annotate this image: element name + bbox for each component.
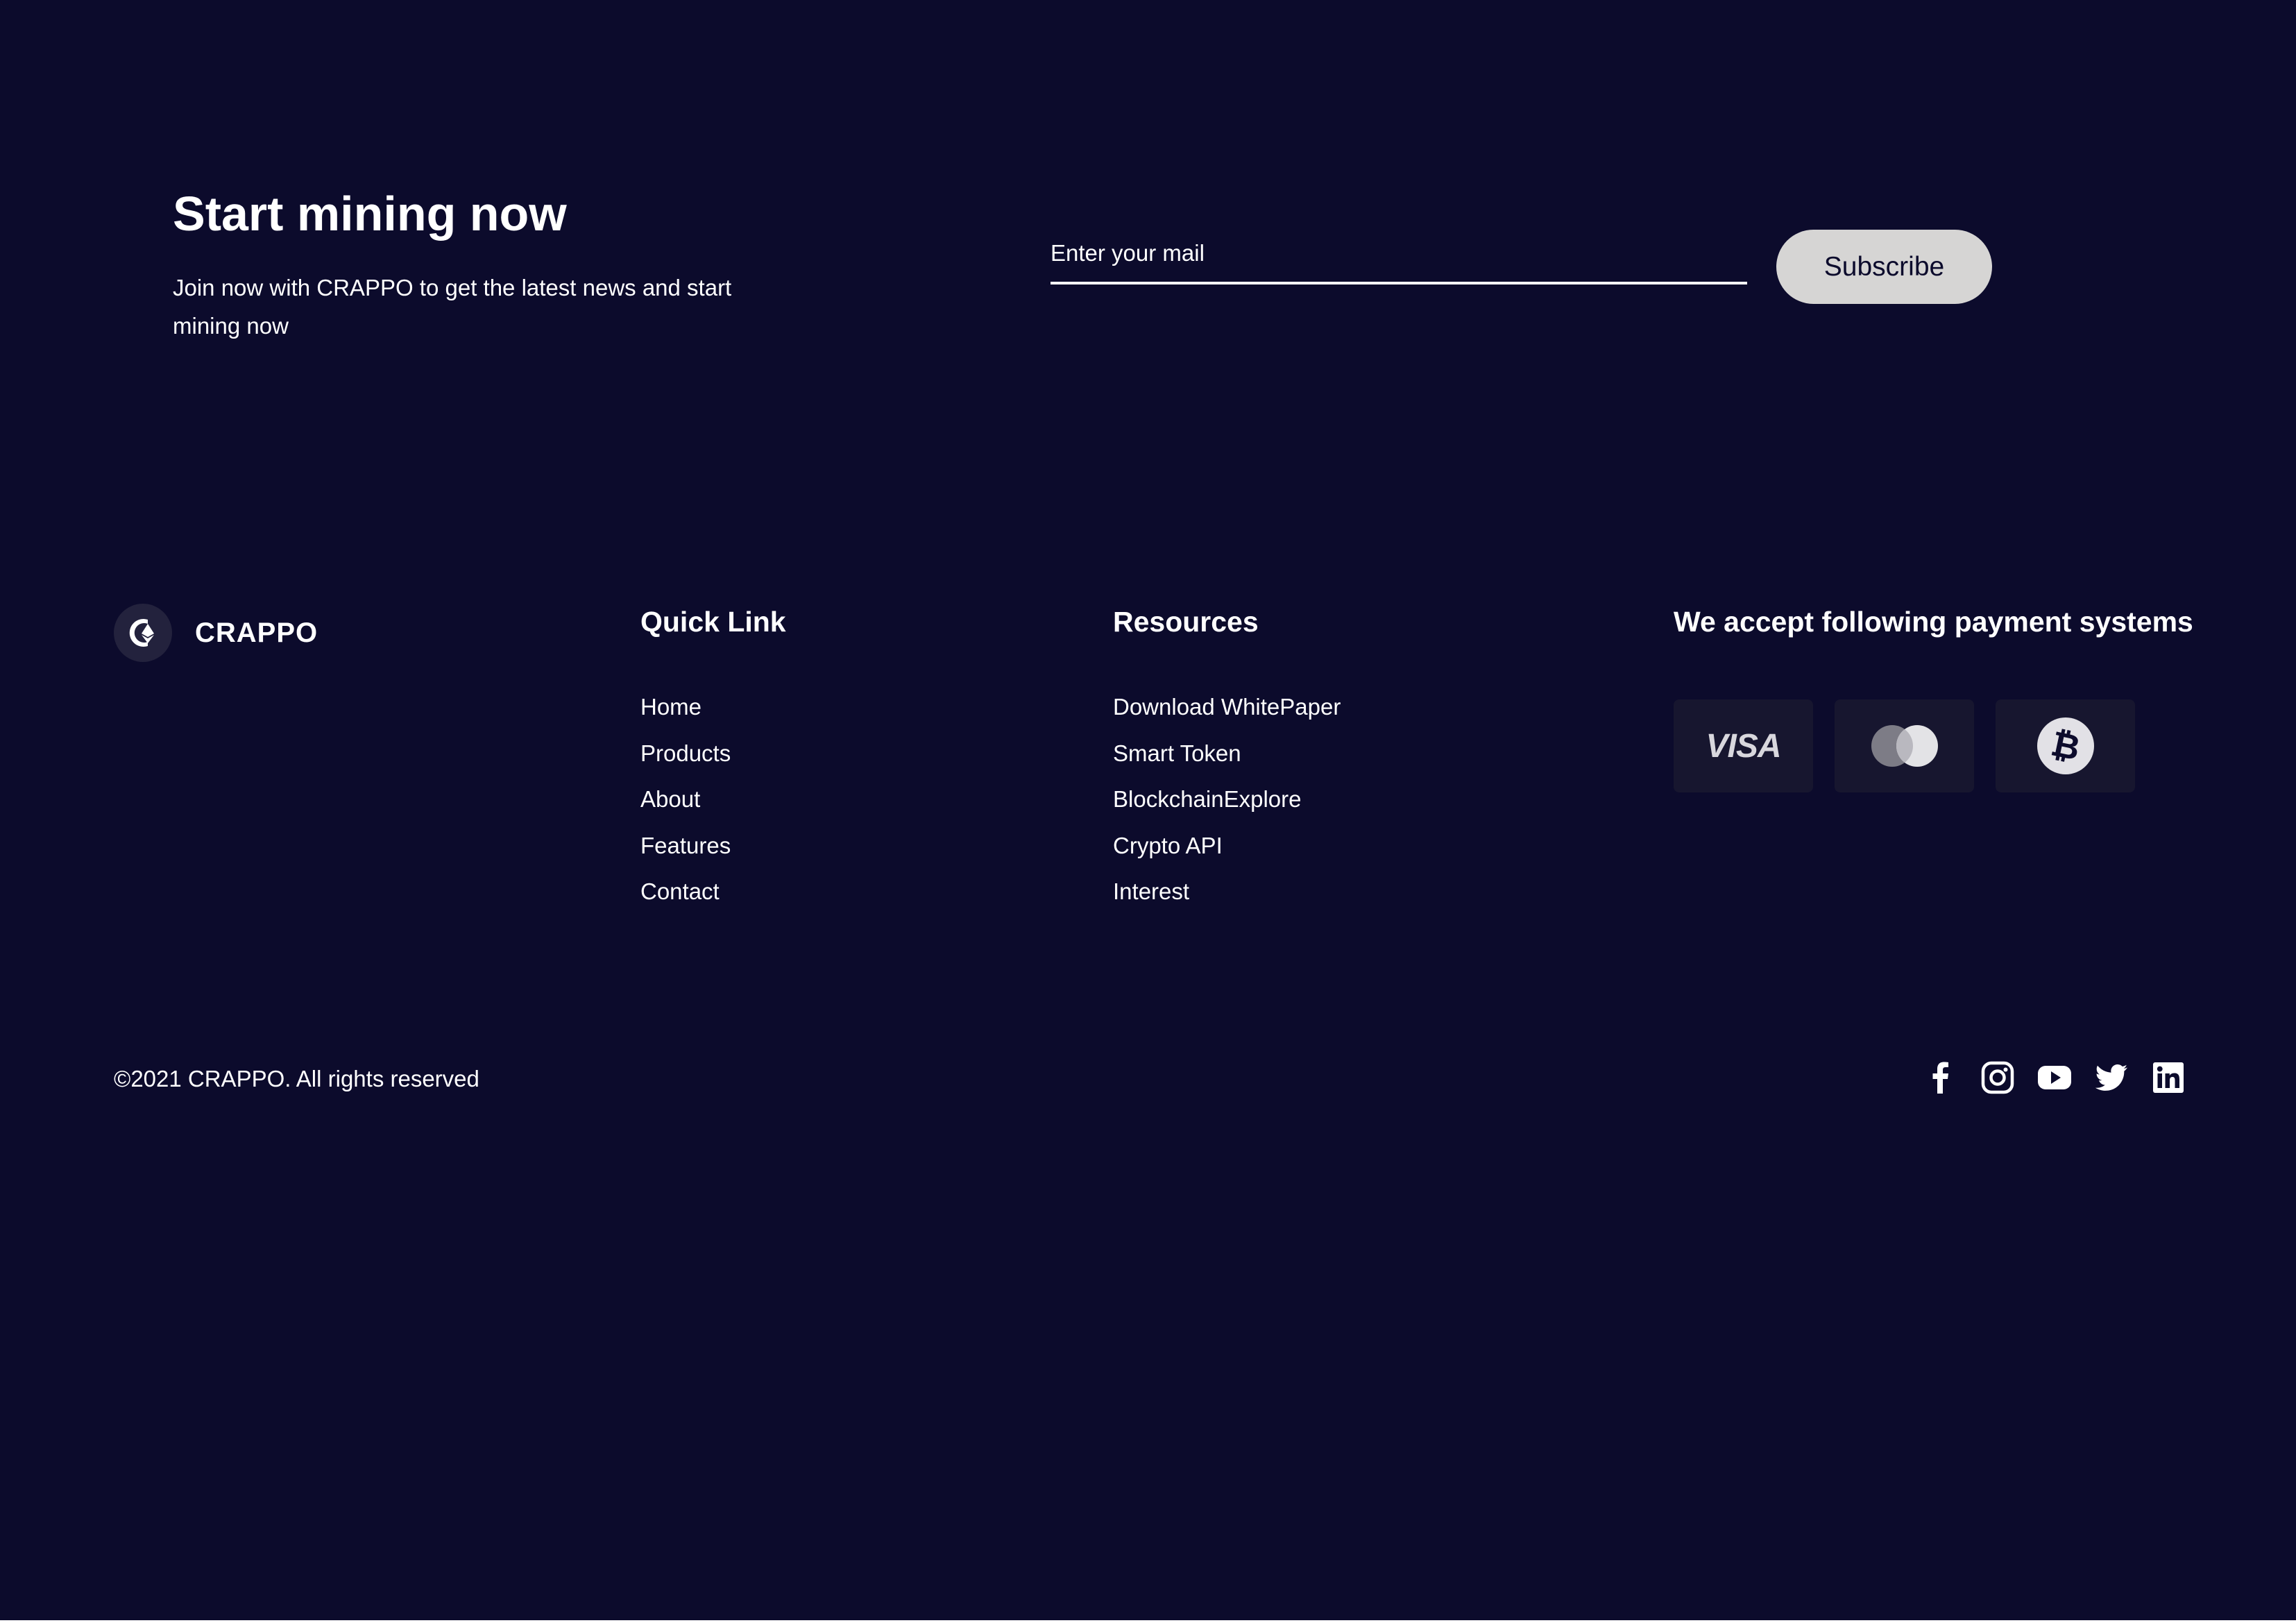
brand-logo[interactable]: CRAPPO	[114, 604, 318, 662]
quick-link-item[interactable]: Home	[640, 693, 731, 740]
instagram-icon[interactable]	[1980, 1060, 2015, 1095]
visa-icon: VISA	[1706, 727, 1781, 765]
visa-card: VISA	[1674, 699, 1813, 792]
facebook-icon[interactable]	[1923, 1060, 1958, 1095]
cta-subtitle: Join now with CRAPPO to get the latest n…	[173, 275, 732, 339]
payment-methods: VISA ₿	[1674, 699, 2135, 792]
subscribe-button[interactable]: Subscribe	[1776, 230, 1992, 304]
resources-list: Download WhitePaper Smart Token Blockcha…	[1113, 693, 1341, 924]
linkedin-icon[interactable]	[2151, 1060, 2186, 1095]
resource-item[interactable]: Download WhitePaper	[1113, 693, 1341, 740]
crappo-logo-icon	[114, 604, 172, 662]
resource-item[interactable]: Smart Token	[1113, 740, 1341, 786]
resource-blockchain-explore[interactable]: BlockchainExplore	[1113, 786, 1301, 812]
cta-title: Start mining now	[173, 187, 567, 241]
resources-heading: Resources	[1113, 606, 1259, 638]
resource-download-whitepaper[interactable]: Download WhitePaper	[1113, 694, 1341, 720]
quick-link-item[interactable]: Products	[640, 740, 731, 786]
quick-link-products[interactable]: Products	[640, 740, 731, 766]
quick-link-about[interactable]: About	[640, 786, 700, 812]
quick-link-item[interactable]: Contact	[640, 878, 731, 924]
twitter-icon[interactable]	[2094, 1060, 2129, 1095]
social-links	[1923, 1060, 2186, 1095]
resource-item[interactable]: Crypto API	[1113, 832, 1341, 878]
email-input[interactable]	[1051, 235, 1747, 284]
quick-link-home[interactable]: Home	[640, 694, 701, 720]
copyright-text: ©2021 CRAPPO. All rights reserved	[114, 1066, 479, 1091]
resource-item[interactable]: Interest	[1113, 878, 1341, 924]
quick-links-list: Home Products About Features Contact	[640, 693, 731, 924]
brand-name: CRAPPO	[195, 617, 318, 648]
bitcoin-card: ₿	[1996, 699, 2135, 792]
mastercard-icon	[1871, 725, 1938, 767]
resource-smart-token[interactable]: Smart Token	[1113, 740, 1241, 766]
resource-interest[interactable]: Interest	[1113, 878, 1189, 904]
resource-crypto-api[interactable]: Crypto API	[1113, 833, 1223, 858]
bottom-edge	[0, 1620, 2296, 1623]
quick-link-contact[interactable]: Contact	[640, 878, 720, 904]
mastercard-card	[1835, 699, 1974, 792]
quick-link-item[interactable]: Features	[640, 832, 731, 878]
quick-link-item[interactable]: About	[640, 785, 731, 832]
resource-item[interactable]: BlockchainExplore	[1113, 785, 1341, 832]
quick-link-features[interactable]: Features	[640, 833, 731, 858]
quick-links-heading: Quick Link	[640, 606, 786, 638]
bitcoin-icon: ₿	[2036, 717, 2094, 774]
youtube-icon[interactable]	[2037, 1060, 2072, 1095]
payments-heading: We accept following payment systems	[1674, 606, 2193, 638]
